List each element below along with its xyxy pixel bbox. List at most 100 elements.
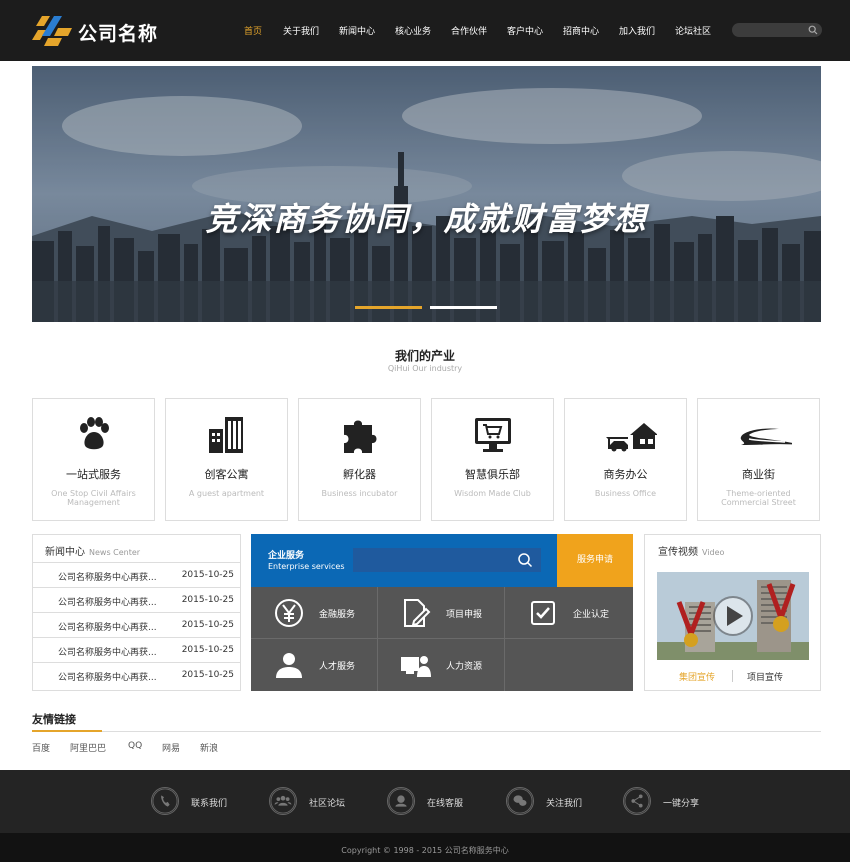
friend-link-netease[interactable]: 网易 [162, 741, 180, 754]
wechat-icon [506, 787, 534, 815]
industry-en: Theme-oriented Commercial Street [721, 489, 796, 507]
footer-label: 一键分享 [663, 799, 700, 809]
banner-dot-2[interactable] [430, 306, 497, 309]
header: 公司名称 首页 关于我们 新闻中心 核心业务 合作伙伴 客户中心 招商中心 加入… [0, 0, 850, 61]
road-icon [740, 428, 792, 445]
news-item-date: 2015-10-25 [181, 595, 234, 605]
logo[interactable]: 公司名称 [32, 14, 182, 48]
banner-dot-1[interactable] [355, 306, 422, 309]
phone-icon [151, 787, 179, 815]
friend-link-sina[interactable]: 新浪 [200, 741, 218, 754]
nav-item-customers[interactable]: 客户中心 [507, 24, 543, 37]
industry-card-club[interactable]: 智慧俱乐部 Wisdom Made Club [431, 398, 554, 521]
news-title-en: News Center [89, 548, 141, 557]
enterprise-services-panel: 企业服务 Enterprise services 服务申请 金融服务 项目申报 … [251, 534, 633, 691]
news-header: 新闻中心 News Center [45, 543, 140, 558]
service-label: 人力资源 [446, 662, 483, 672]
news-item-title: 公司名称服务中心再获... [58, 573, 157, 583]
nav-item-forum[interactable]: 论坛社区 [675, 24, 711, 37]
service-apply-button[interactable]: 服务申请 [557, 534, 633, 587]
news-item[interactable]: 公司名称服务中心再获... 2015-10-25 [33, 637, 240, 662]
footer-label: 联系我们 [191, 799, 228, 809]
industry-card-office[interactable]: 商务办公 Business Office [564, 398, 687, 521]
news-item-title: 公司名称服务中心再获... [58, 598, 157, 608]
nav-item-news[interactable]: 新闻中心 [339, 24, 375, 37]
nav-item-partners[interactable]: 合作伙伴 [451, 24, 487, 37]
house-car-icon [606, 423, 657, 452]
industry-en: Business Office [594, 489, 657, 498]
nav-item-investment[interactable]: 招商中心 [563, 24, 599, 37]
logo-mark-icon [32, 16, 72, 46]
paw-icon [80, 417, 109, 450]
friend-links-title: 友情链接 [32, 713, 76, 726]
news-item-date: 2015-10-25 [181, 670, 234, 680]
nav-item-join[interactable]: 加入我们 [619, 24, 655, 37]
news-item-title: 公司名称服务中心再获... [58, 623, 157, 633]
video-thumbnail[interactable] [657, 572, 809, 660]
news-title: 新闻中心 [45, 547, 85, 558]
news-item-date: 2015-10-25 [181, 570, 234, 580]
friend-link-alibaba[interactable]: 阿里巴巴 [70, 741, 106, 754]
industry-en: Wisdom Made Club [454, 489, 531, 498]
industry-section-title: 我们的产业 [394, 349, 455, 363]
service-certification[interactable]: 企业认定 [505, 587, 633, 639]
industry-card-apartment[interactable]: 创客公寓 A guest apartment [165, 398, 288, 521]
search-icon[interactable] [808, 25, 818, 35]
news-item-date: 2015-10-25 [181, 620, 234, 630]
services-title: 企业服务 [268, 551, 305, 561]
industry-card-one-stop[interactable]: 一站式服务 One Stop Civil Affairs Management [32, 398, 155, 521]
news-item[interactable]: 公司名称服务中心再获... 2015-10-25 [33, 612, 240, 637]
video-panel: 宣传视频 Video 集团宣传 项目宣传 [644, 534, 821, 691]
monitor-cart-icon [475, 418, 511, 452]
service-finance[interactable]: 金融服务 [251, 587, 378, 639]
footer-label: 社区论坛 [309, 799, 346, 809]
footer-label: 关注我们 [546, 799, 583, 809]
copyright: Copyright © 1998 - 2015 公司名称服务中心 [0, 833, 850, 862]
nav-item-business[interactable]: 核心业务 [395, 24, 431, 37]
friend-link-qq[interactable]: QQ [128, 741, 142, 751]
video-tab-group[interactable]: 集团宣传 [679, 670, 715, 683]
service-label: 人才服务 [319, 662, 356, 672]
news-item-title: 公司名称服务中心再获... [58, 648, 157, 658]
industry-card-street[interactable]: 商业街 Theme-oriented Commercial Street [697, 398, 820, 521]
industry-name: 商务办公 [603, 468, 648, 481]
search-input[interactable] [732, 23, 822, 37]
service-label: 项目申报 [446, 610, 483, 620]
footer-label: 在线客服 [427, 799, 464, 809]
puzzle-icon [344, 420, 377, 453]
industry-name: 智慧俱乐部 [465, 468, 520, 481]
news-item[interactable]: 公司名称服务中心再获... 2015-10-25 [33, 562, 240, 587]
nav-item-home[interactable]: 首页 [244, 24, 262, 37]
buildings-icon [209, 417, 243, 453]
industry-en: A guest apartment [188, 489, 265, 498]
video-preview-image [657, 572, 809, 660]
services-search-input[interactable] [353, 548, 541, 572]
hero-banner[interactable]: 竞深商务协同，成就财富梦想 [32, 66, 821, 322]
friend-link-baidu[interactable]: 百度 [32, 741, 50, 754]
group-icon [269, 787, 297, 815]
video-tab-divider [732, 670, 733, 682]
industry-name: 孵化器 [343, 468, 376, 481]
news-panel: 新闻中心 News Center 公司名称服务中心再获... 2015-10-25… [32, 534, 241, 691]
services-title-en: Enterprise services [268, 562, 345, 571]
industry-name: 一站式服务 [66, 468, 121, 481]
share-icon [623, 787, 651, 815]
service-hr[interactable]: 人力资源 [378, 639, 505, 691]
person-screen-icon [401, 656, 431, 677]
search-icon[interactable] [517, 552, 533, 568]
service-talent[interactable]: 人才服务 [251, 639, 378, 691]
services-header: 企业服务 Enterprise services [251, 534, 557, 587]
video-title-en: Video [702, 548, 725, 557]
industry-card-incubator[interactable]: 孵化器 Business incubator [298, 398, 421, 521]
nav-item-about[interactable]: 关于我们 [283, 24, 319, 37]
news-item[interactable]: 公司名称服务中心再获... 2015-10-25 [33, 587, 240, 612]
news-item[interactable]: 公司名称服务中心再获... 2015-10-25 [33, 662, 240, 687]
yen-icon [275, 599, 303, 627]
video-title: 宣传视频 [658, 547, 698, 558]
video-tab-project[interactable]: 项目宣传 [747, 670, 783, 683]
friend-links-accent [32, 730, 102, 732]
person-icon [276, 653, 302, 678]
service-project[interactable]: 项目申报 [378, 587, 505, 639]
news-item-title: 公司名称服务中心再获... [58, 673, 157, 683]
service-label: 金融服务 [319, 610, 356, 620]
